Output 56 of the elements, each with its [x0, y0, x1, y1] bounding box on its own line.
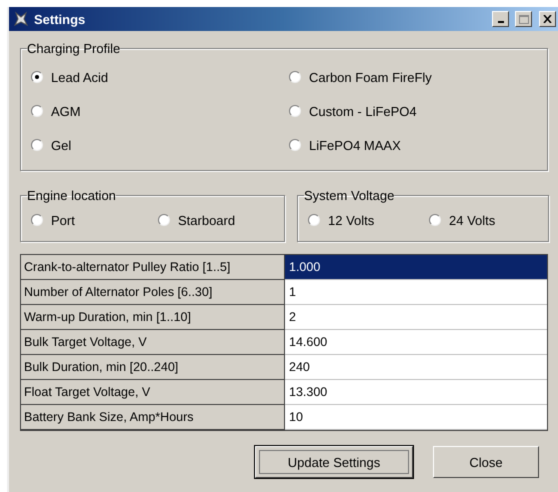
table-cell: Float Target Voltage, V	[21, 380, 285, 405]
value-cell[interactable]: 10	[285, 405, 547, 430]
radio-option[interactable]: Custom - LiFePO4	[289, 104, 539, 118]
radio-label: AGM	[51, 104, 81, 118]
update-button[interactable]: Update Settings	[255, 446, 413, 478]
radio-option[interactable]: Lead Acid	[31, 70, 289, 84]
radio-label: LiFePO4 MAAX	[309, 138, 401, 152]
radio-label: Gel	[51, 138, 72, 152]
group-title: Charging Profile	[27, 41, 120, 56]
radio-button[interactable]	[308, 214, 320, 226]
radio-button[interactable]	[31, 214, 43, 226]
value-cell[interactable]: 2	[285, 305, 547, 330]
table-cell: Number of Alternator Poles [6..30]	[21, 280, 285, 305]
radio-button[interactable]	[158, 214, 170, 226]
table-cell: Battery Bank Size, Amp*Hours	[21, 405, 285, 430]
radio-label: 24 Volts	[449, 212, 496, 228]
radio-button[interactable]	[429, 214, 441, 226]
value-cell[interactable]: 240	[285, 355, 547, 380]
radio-label: 12 Volts	[328, 212, 374, 228]
radio-option[interactable]: AGM	[31, 104, 289, 118]
radio-label: Custom - LiFePO4	[309, 104, 417, 118]
radio-option[interactable]: LiFePO4 MAAX	[289, 138, 539, 152]
value-cell[interactable]: 14.600	[285, 330, 547, 355]
radio-button[interactable]	[289, 105, 301, 117]
radio-button[interactable]	[31, 105, 43, 117]
maximize-icon	[518, 14, 528, 24]
table-cell: Bulk Target Voltage, V	[21, 330, 285, 355]
table-cell: Crank-to-alternator Pulley Ratio [1..5]	[21, 255, 285, 280]
radio-button[interactable]	[289, 139, 301, 151]
radio-button[interactable]	[31, 71, 43, 83]
radio-label: Lead Acid	[51, 70, 108, 84]
radio-label: Carbon Foam FireFly	[309, 70, 432, 84]
radio-option[interactable]: Gel	[31, 138, 289, 152]
app-icon	[13, 11, 29, 27]
value-cell[interactable]: 1	[285, 280, 547, 305]
table-cell: Bulk Duration, min [20..240]	[21, 355, 285, 380]
maximize-button[interactable]	[515, 11, 532, 27]
close-dialog-button[interactable]: Close	[433, 446, 539, 478]
minimize-button[interactable]	[492, 11, 509, 27]
window-title: Settings	[34, 12, 86, 26]
radio-option[interactable]: 12 Volts	[308, 212, 429, 228]
value-cell[interactable]: 1.000	[285, 255, 547, 280]
radio-button[interactable]	[289, 71, 301, 83]
radio-label: Starboard	[178, 212, 236, 228]
radio-option[interactable]: 24 Volts	[429, 212, 540, 228]
group-title: Engine location	[27, 188, 116, 203]
close-icon	[543, 15, 552, 23]
radio-option[interactable]: Carbon Foam FireFly	[289, 70, 539, 84]
close-button[interactable]	[539, 11, 556, 27]
value-cell[interactable]: 13.300	[285, 380, 547, 405]
radio-button[interactable]	[31, 139, 43, 151]
group-title: System Voltage	[304, 188, 394, 203]
radio-label: Port	[51, 212, 75, 228]
radio-option[interactable]: Port	[31, 212, 158, 228]
table-cell: Warm-up Duration, min [1..10]	[21, 305, 285, 330]
radio-option[interactable]: Starboard	[158, 212, 276, 228]
